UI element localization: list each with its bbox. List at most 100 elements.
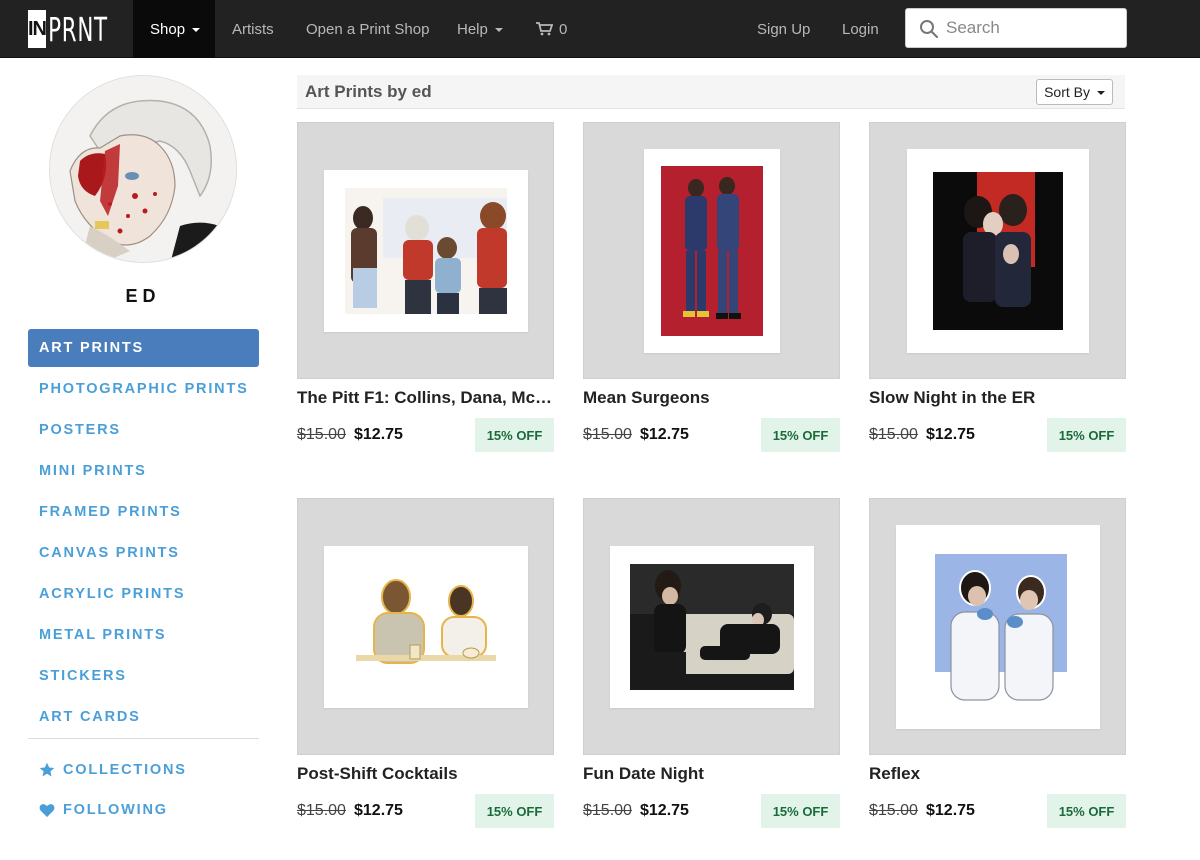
chevron-down-icon (192, 28, 201, 32)
product-thumbnail[interactable] (869, 498, 1126, 755)
discount-badge: 15% OFF (475, 794, 554, 828)
sidebar-item-framed-prints[interactable]: Framed Prints (28, 493, 259, 531)
sale-price: $12.75 (354, 426, 403, 443)
price-row: $15.00 $12.75 15% OFF (869, 418, 1126, 452)
price-row: $15.00 $12.75 15% OFF (583, 418, 840, 452)
sidebar-divider (28, 738, 259, 739)
sidebar-item-art-cards[interactable]: Art Cards (28, 698, 259, 736)
sidebar-item-posters[interactable]: Posters (28, 411, 259, 449)
discount-badge: 15% OFF (761, 418, 840, 452)
cart-count: 0 (559, 20, 568, 38)
price-row: $15.00 $12.75 15% OFF (297, 794, 554, 828)
artwork-image (932, 171, 1063, 330)
product-thumbnail[interactable] (297, 498, 554, 755)
product-card[interactable]: Reflex $15.00 $12.75 15% OFF (869, 498, 1126, 828)
sale-price: $12.75 (640, 426, 689, 443)
sidebar-following-link[interactable]: Following (39, 800, 168, 820)
sidebar-collections-label: Collections (63, 762, 187, 778)
product-thumbnail[interactable] (583, 498, 840, 755)
nav-open-shop-label: Open a Print Shop (306, 20, 430, 38)
section-heading-bar: Art Prints by ed Sort By (297, 75, 1125, 109)
sidebar-navigation: Art Prints Photographic Prints Posters M… (28, 329, 259, 739)
print-mat (323, 169, 528, 332)
sale-price: $12.75 (354, 802, 403, 819)
search-icon (920, 20, 939, 39)
nav-sign-up-label: Sign Up (757, 20, 811, 38)
original-price: $15.00 (869, 426, 918, 443)
artwork-image (345, 574, 506, 679)
artwork-image (922, 551, 1073, 702)
original-price: $15.00 (297, 426, 346, 443)
product-card[interactable]: The Pitt F1: Collins, Dana, Mck... $15.0… (297, 122, 554, 452)
print-mat (643, 148, 780, 353)
nav-login-label: Login (842, 20, 879, 38)
artist-avatar (49, 75, 237, 263)
sort-by-label: Sort By (1044, 84, 1090, 100)
print-mat (323, 545, 528, 708)
chevron-down-icon (1097, 91, 1105, 95)
sidebar-following-label: Following (63, 802, 168, 818)
sidebar-item-mini-prints[interactable]: Mini Prints (28, 452, 259, 490)
heart-icon (39, 803, 55, 817)
nav-cart-link[interactable]: 0 (536, 0, 567, 58)
artwork-image (629, 563, 794, 690)
avatar-illustration (50, 76, 236, 262)
top-navigation-bar: IN PRNT Shop Artists Open a Print Shop H… (0, 0, 1200, 58)
search-input[interactable] (946, 15, 1116, 41)
logo-prnt-mark: PRNT (48, 9, 108, 49)
sale-price: $12.75 (640, 802, 689, 819)
product-card[interactable]: Fun Date Night $15.00 $12.75 15% OFF (583, 498, 840, 828)
price-row: $15.00 $12.75 15% OFF (869, 794, 1126, 828)
price-row: $15.00 $12.75 15% OFF (583, 794, 840, 828)
discount-badge: 15% OFF (1047, 418, 1126, 452)
product-card[interactable]: Post-Shift Cocktails $15.00 $12.75 15% O… (297, 498, 554, 828)
nav-sign-up-link[interactable]: Sign Up (757, 0, 810, 58)
product-thumbnail[interactable] (297, 122, 554, 379)
sale-price: $12.75 (926, 426, 975, 443)
product-card[interactable]: Slow Night in the ER $15.00 $12.75 15% O… (869, 122, 1126, 452)
print-mat (609, 545, 814, 708)
original-price: $15.00 (583, 426, 632, 443)
nav-open-shop-link[interactable]: Open a Print Shop (306, 0, 429, 58)
inprnt-logo[interactable]: IN PRNT (28, 10, 121, 48)
nav-artists-link[interactable]: Artists (232, 0, 274, 58)
star-icon (39, 762, 55, 777)
product-title[interactable]: Reflex (869, 764, 1126, 784)
artist-username: ED (125, 286, 161, 306)
original-price: $15.00 (869, 802, 918, 819)
sidebar-item-acrylic-prints[interactable]: Acrylic Prints (28, 575, 259, 613)
nav-artists-label: Artists (232, 20, 274, 38)
product-title[interactable]: Post-Shift Cocktails (297, 764, 554, 784)
sort-by-dropdown[interactable]: Sort By (1036, 79, 1113, 105)
sidebar-item-stickers[interactable]: Stickers (28, 657, 259, 695)
sidebar-item-metal-prints[interactable]: Metal Prints (28, 616, 259, 654)
sale-price: $12.75 (926, 802, 975, 819)
original-price: $15.00 (583, 802, 632, 819)
page-title: Art Prints by ed (305, 82, 432, 101)
print-mat (895, 524, 1100, 729)
print-mat (906, 148, 1089, 353)
product-title[interactable]: Fun Date Night (583, 764, 840, 784)
product-thumbnail[interactable] (869, 122, 1126, 379)
nav-shop-label: Shop (150, 20, 186, 38)
nav-help-menu[interactable]: Help (457, 0, 503, 58)
logo-in-mark: IN (28, 10, 47, 48)
nav-help-label: Help (457, 20, 488, 38)
product-title[interactable]: The Pitt F1: Collins, Dana, Mck... (297, 388, 554, 408)
nav-login-link[interactable]: Login (842, 0, 879, 58)
sidebar-item-art-prints[interactable]: Art Prints (28, 329, 259, 367)
sidebar-collections-link[interactable]: Collections (39, 760, 187, 780)
artwork-image (660, 165, 763, 336)
chevron-down-icon (494, 28, 503, 32)
product-title[interactable]: Mean Surgeons (583, 388, 840, 408)
product-thumbnail[interactable] (583, 122, 840, 379)
product-title[interactable]: Slow Night in the ER (869, 388, 1126, 408)
discount-badge: 15% OFF (1047, 794, 1126, 828)
sidebar-item-photographic-prints[interactable]: Photographic Prints (28, 370, 259, 408)
nav-shop-menu[interactable]: Shop (133, 0, 215, 58)
price-row: $15.00 $12.75 15% OFF (297, 418, 554, 452)
search-box[interactable] (905, 8, 1127, 48)
product-card[interactable]: Mean Surgeons $15.00 $12.75 15% OFF (583, 122, 840, 452)
discount-badge: 15% OFF (761, 794, 840, 828)
sidebar-item-canvas-prints[interactable]: Canvas Prints (28, 534, 259, 572)
